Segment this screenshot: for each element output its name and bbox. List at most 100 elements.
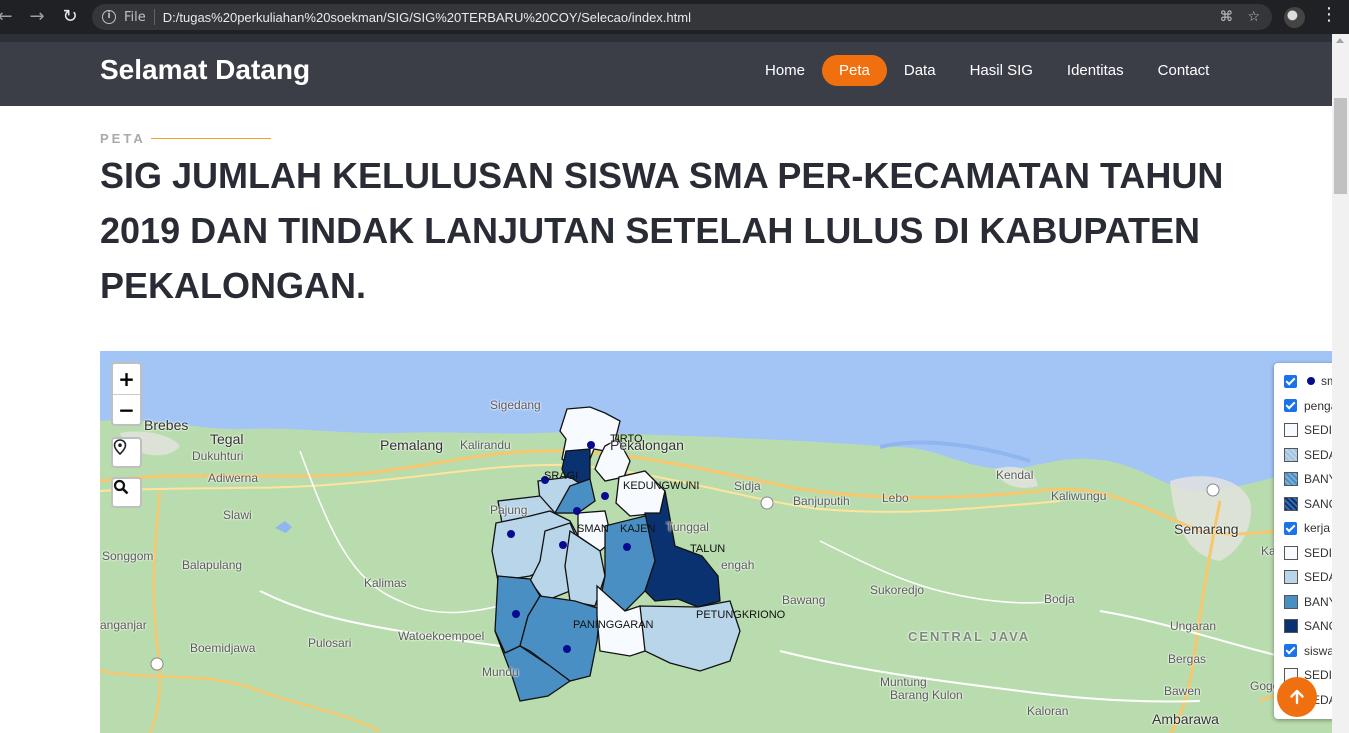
site-header: Selamat Datang Home Peta Data Hasil SIG …	[0, 34, 1332, 106]
map-view[interactable]: Brebes Tegal Dukuhturi Adiwerna Slawi So…	[100, 351, 1332, 733]
location-pin-icon	[113, 439, 127, 455]
place-label: Dukuhturi	[192, 449, 244, 463]
place-label: Ambarawa	[1152, 711, 1219, 727]
more-menu-icon[interactable]: ⋮	[1320, 6, 1338, 24]
reload-icon[interactable]: ↻	[55, 0, 85, 34]
legend-swatch	[1284, 594, 1298, 609]
kecamatan-label: SMAN	[577, 523, 609, 535]
map-search-button[interactable]	[111, 477, 142, 508]
translate-icon[interactable]: ⌘	[1219, 9, 1233, 25]
legend-label: SEDIKIT	[1304, 545, 1332, 560]
place-label: Kalirandu	[460, 438, 511, 452]
legend-label: SEDANG	[1304, 570, 1332, 585]
legend-label: SEDANG	[1304, 447, 1332, 462]
nav-identitas[interactable]: Identitas	[1050, 55, 1141, 86]
profile-avatar[interactable]	[1284, 7, 1305, 28]
address-bar[interactable]: i File D:/tugas%20perkuliahan%20soekman/…	[92, 4, 1272, 30]
place-label: engah	[721, 558, 755, 572]
layer-label: siswa	[1304, 643, 1332, 658]
legend-label: SANGAT	[1304, 619, 1332, 634]
zoom-out-button[interactable]: −	[113, 394, 140, 424]
back-to-top-button[interactable]	[1277, 677, 1317, 717]
kecamatan-label: SRAGI	[544, 470, 579, 482]
browser-toolbar: ← → ↻ i File D:/tugas%20perkuliahan%20so…	[0, 0, 1349, 34]
legend-swatch	[1284, 619, 1298, 634]
legend-item: SANGAT	[1284, 492, 1332, 517]
nav-contact[interactable]: Contact	[1141, 55, 1227, 86]
page-scrollbar[interactable]	[1332, 34, 1349, 733]
place-label: Watoekoempoel	[398, 629, 485, 643]
legend-label: BANYAK	[1304, 472, 1332, 487]
legend-item: SANGAT	[1284, 614, 1332, 639]
page-title: SIG JUMLAH KELULUSAN SISWA SMA PER-KECAM…	[100, 155, 1224, 306]
place-label: Sigedang	[490, 398, 541, 412]
locate-button[interactable]	[111, 437, 142, 468]
legend-swatch	[1284, 472, 1298, 487]
back-arrow-icon[interactable]: ←	[0, 0, 20, 34]
scroll-thumb[interactable]	[1334, 98, 1347, 194]
place-label: Sidja	[734, 479, 761, 493]
legend-item: SEDANG	[1284, 443, 1332, 468]
section-divider	[151, 138, 271, 139]
place-label: Brebes	[144, 417, 189, 433]
place-label: Pemalang	[380, 437, 444, 453]
place-label: Kaliwungu	[1051, 489, 1107, 503]
layer-control: sma pengangguran SEDIKIT SEDANG BANYAK S…	[1274, 363, 1332, 719]
address-divider	[153, 9, 155, 25]
place-label: Kendal	[996, 468, 1034, 482]
place-label: Boemidjawa	[190, 641, 256, 655]
checkbox-checked-icon[interactable]	[1284, 374, 1297, 388]
layer-label: pengangguran	[1304, 398, 1332, 413]
place-label: Pajung	[490, 503, 528, 517]
map-basemap	[100, 351, 1332, 733]
section-label: PETA	[100, 131, 146, 146]
info-icon[interactable]: i	[102, 10, 116, 24]
kecamatan-label: TIRTO	[610, 433, 643, 445]
nav-home[interactable]: Home	[748, 55, 822, 86]
zoom-control: + −	[111, 362, 142, 426]
kecamatan-label: KEDUNGWUNI	[623, 480, 700, 492]
site-brand[interactable]: Selamat Datang	[100, 54, 310, 86]
place-label: Semarang	[1174, 521, 1239, 537]
forward-arrow-icon[interactable]: →	[22, 0, 52, 34]
place-label: Songgom	[102, 549, 154, 563]
checkbox-checked-icon[interactable]	[1284, 644, 1297, 658]
place-label: Adiwerna	[208, 471, 259, 485]
bookmark-star-icon[interactable]: ☆	[1247, 9, 1260, 25]
place-label: Kalimas	[364, 576, 407, 590]
kecamatan-label: KAJEN	[620, 523, 656, 535]
place-label: Tegal	[210, 431, 244, 447]
layer-item[interactable]: pengangguran	[1284, 394, 1332, 419]
place-label: Muntung	[880, 675, 927, 689]
legend-item: SEDIKIT	[1284, 418, 1332, 443]
place-label: Bergas	[1168, 652, 1207, 666]
checkbox-checked-icon[interactable]	[1284, 399, 1297, 413]
layer-item[interactable]: sma	[1284, 369, 1332, 394]
kecamatan-label: PANINGGARAN	[573, 619, 654, 631]
legend-swatch	[1284, 423, 1298, 438]
checkbox-checked-icon[interactable]	[1284, 521, 1297, 535]
nav-hasil-sig[interactable]: Hasil SIG	[953, 55, 1050, 86]
url-text[interactable]: D:/tugas%20perkuliahan%20soekman/SIG/SIG…	[163, 10, 691, 25]
scroll-up-arrow-icon[interactable]	[1336, 38, 1344, 43]
file-scheme-label: File	[124, 9, 146, 25]
place-label: Sukoredjo	[870, 583, 925, 597]
legend-swatch	[1284, 545, 1298, 560]
zoom-in-button[interactable]: +	[113, 364, 140, 394]
nav-peta[interactable]: Peta	[822, 55, 887, 86]
nav-data[interactable]: Data	[887, 55, 953, 86]
place-label: Mundu	[482, 665, 519, 679]
place-label: Ungaran	[1170, 619, 1217, 633]
kecamatan-label: TALUN	[690, 543, 726, 555]
layer-item[interactable]: siswa	[1284, 639, 1332, 664]
legend-label: SANGAT	[1304, 496, 1332, 511]
place-label: Lebo	[882, 491, 909, 505]
place-label: Kaloran	[1027, 704, 1069, 718]
legend-item: SEDIKIT	[1284, 541, 1332, 566]
search-icon	[113, 479, 129, 495]
place-label: Bawang	[782, 593, 826, 607]
layer-item[interactable]: kerja	[1284, 516, 1332, 541]
kecamatan-label: PETUNGKRIONO	[696, 609, 786, 621]
sma-point-icon	[1307, 377, 1315, 386]
place-label: Balapulang	[182, 558, 243, 572]
